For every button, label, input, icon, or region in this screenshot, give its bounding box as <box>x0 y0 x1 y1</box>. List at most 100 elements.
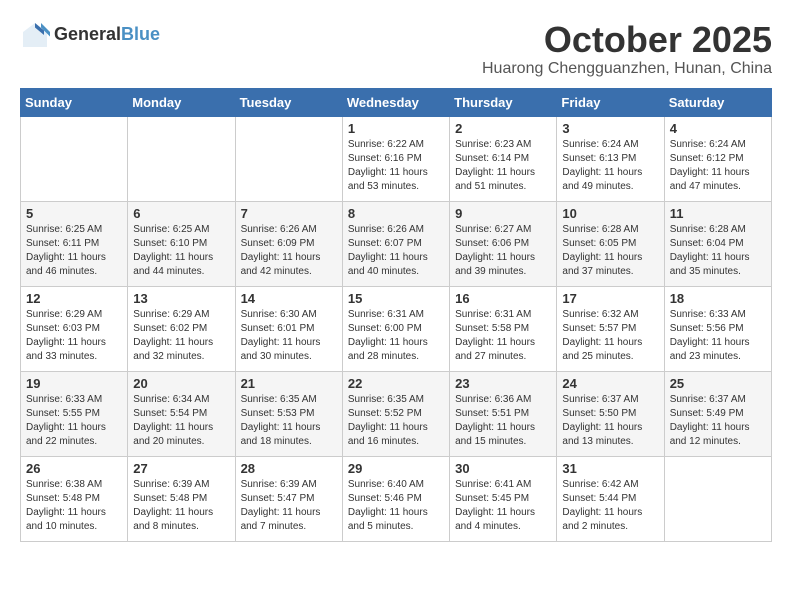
day-info: Sunrise: 6:24 AM Sunset: 6:13 PM Dayligh… <box>562 138 658 194</box>
day-info: Sunrise: 6:39 AM Sunset: 5:47 PM Dayligh… <box>241 478 337 534</box>
day-cell: 27 Sunrise: 6:39 AM Sunset: 5:48 PM Dayli… <box>128 456 235 541</box>
header-row: SundayMondayTuesdayWednesdayThursdayFrid… <box>21 88 772 116</box>
day-cell: 13Sunrise: 6:29 AM Sunset: 6:02 PM Dayli… <box>128 286 235 371</box>
week-row-5: 26Sunrise: 6:38 AM Sunset: 5:48 PM Dayli… <box>21 456 772 541</box>
day-cell: 4 Sunrise: 6:24 AM Sunset: 6:12 PM Daylig… <box>664 116 771 201</box>
day-info: Sunrise: 6:29 AM Sunset: 6:03 PM Dayligh… <box>26 308 122 364</box>
day-cell: 16 Sunrise: 6:31 AM Sunset: 5:58 PM Dayli… <box>450 286 557 371</box>
day-number: 23 <box>455 376 551 391</box>
day-info: Sunrise: 6:31 AM Sunset: 5:58 PM Dayligh… <box>455 308 551 364</box>
day-info: Sunrise: 6:25 AM Sunset: 6:10 PM Dayligh… <box>133 223 229 279</box>
day-info: Sunrise: 6:35 AM Sunset: 5:53 PM Dayligh… <box>241 393 337 449</box>
col-header-wednesday: Wednesday <box>342 88 449 116</box>
day-number: 12 <box>26 291 122 306</box>
day-info: Sunrise: 6:27 AM Sunset: 6:06 PM Dayligh… <box>455 223 551 279</box>
day-cell <box>21 116 128 201</box>
day-info: Sunrise: 6:42 AM Sunset: 5:44 PM Dayligh… <box>562 478 658 534</box>
week-row-3: 12 Sunrise: 6:29 AM Sunset: 6:03 PM Dayli… <box>21 286 772 371</box>
day-cell: 11Sunrise: 6:28 AM Sunset: 6:04 PM Dayli… <box>664 201 771 286</box>
day-info: Sunrise: 6:31 AM Sunset: 6:00 PM Dayligh… <box>348 308 444 364</box>
week-row-4: 19 Sunrise: 6:33 AM Sunset: 5:55 PM Dayli… <box>21 371 772 456</box>
week-row-2: 5 Sunrise: 6:25 AM Sunset: 6:11 PM Daylig… <box>21 201 772 286</box>
day-cell: 6Sunrise: 6:25 AM Sunset: 6:10 PM Daylig… <box>128 201 235 286</box>
day-number: 15 <box>348 291 444 306</box>
day-cell: 19 Sunrise: 6:33 AM Sunset: 5:55 PM Dayli… <box>21 371 128 456</box>
day-info: Sunrise: 6:35 AM Sunset: 5:52 PM Dayligh… <box>348 393 444 449</box>
day-cell: 29 Sunrise: 6:40 AM Sunset: 5:46 PM Dayli… <box>342 456 449 541</box>
day-cell: 5 Sunrise: 6:25 AM Sunset: 6:11 PM Daylig… <box>21 201 128 286</box>
day-number: 10 <box>562 206 658 221</box>
day-cell: 28 Sunrise: 6:39 AM Sunset: 5:47 PM Dayli… <box>235 456 342 541</box>
day-cell: 18Sunrise: 6:33 AM Sunset: 5:56 PM Dayli… <box>664 286 771 371</box>
logo-blue-text: Blue <box>121 25 160 45</box>
day-number: 13 <box>133 291 229 306</box>
day-info: Sunrise: 6:40 AM Sunset: 5:46 PM Dayligh… <box>348 478 444 534</box>
day-info: Sunrise: 6:22 AM Sunset: 6:16 PM Dayligh… <box>348 138 444 194</box>
day-info: Sunrise: 6:36 AM Sunset: 5:51 PM Dayligh… <box>455 393 551 449</box>
day-number: 30 <box>455 461 551 476</box>
day-cell: 10Sunrise: 6:28 AM Sunset: 6:05 PM Dayli… <box>557 201 664 286</box>
day-info: Sunrise: 6:30 AM Sunset: 6:01 PM Dayligh… <box>241 308 337 364</box>
day-info: Sunrise: 6:37 AM Sunset: 5:49 PM Dayligh… <box>670 393 766 449</box>
day-cell: 30 Sunrise: 6:41 AM Sunset: 5:45 PM Dayli… <box>450 456 557 541</box>
day-number: 20 <box>133 376 229 391</box>
day-number: 28 <box>241 461 337 476</box>
day-number: 9 <box>455 206 551 221</box>
day-info: Sunrise: 6:41 AM Sunset: 5:45 PM Dayligh… <box>455 478 551 534</box>
day-info: Sunrise: 6:28 AM Sunset: 6:04 PM Dayligh… <box>670 223 766 279</box>
day-cell: 22 Sunrise: 6:35 AM Sunset: 5:52 PM Dayli… <box>342 371 449 456</box>
col-header-tuesday: Tuesday <box>235 88 342 116</box>
day-info: Sunrise: 6:26 AM Sunset: 6:09 PM Dayligh… <box>241 223 337 279</box>
day-info: Sunrise: 6:24 AM Sunset: 6:12 PM Dayligh… <box>670 138 766 194</box>
day-number: 8 <box>348 206 444 221</box>
day-number: 17 <box>562 291 658 306</box>
day-number: 21 <box>241 376 337 391</box>
day-cell: 31Sunrise: 6:42 AM Sunset: 5:44 PM Dayli… <box>557 456 664 541</box>
day-cell <box>664 456 771 541</box>
day-number: 4 <box>670 121 766 136</box>
day-info: Sunrise: 6:23 AM Sunset: 6:14 PM Dayligh… <box>455 138 551 194</box>
day-cell: 12 Sunrise: 6:29 AM Sunset: 6:03 PM Dayli… <box>21 286 128 371</box>
calendar-table: SundayMondayTuesdayWednesdayThursdayFrid… <box>20 88 772 542</box>
day-number: 16 <box>455 291 551 306</box>
day-number: 18 <box>670 291 766 306</box>
day-cell: 14Sunrise: 6:30 AM Sunset: 6:01 PM Dayli… <box>235 286 342 371</box>
day-info: Sunrise: 6:39 AM Sunset: 5:48 PM Dayligh… <box>133 478 229 534</box>
month-title: October 2025 <box>482 20 772 60</box>
day-cell: 17 Sunrise: 6:32 AM Sunset: 5:57 PM Dayli… <box>557 286 664 371</box>
day-number: 3 <box>562 121 658 136</box>
day-info: Sunrise: 6:33 AM Sunset: 5:55 PM Dayligh… <box>26 393 122 449</box>
day-number: 5 <box>26 206 122 221</box>
day-info: Sunrise: 6:32 AM Sunset: 5:57 PM Dayligh… <box>562 308 658 364</box>
day-number: 27 <box>133 461 229 476</box>
day-info: Sunrise: 6:34 AM Sunset: 5:54 PM Dayligh… <box>133 393 229 449</box>
title-block: October 2025 Huarong Chengguanzhen, Huna… <box>482 20 772 78</box>
day-cell <box>235 116 342 201</box>
day-cell: 1Sunrise: 6:22 AM Sunset: 6:16 PM Daylig… <box>342 116 449 201</box>
day-cell: 20 Sunrise: 6:34 AM Sunset: 5:54 PM Dayli… <box>128 371 235 456</box>
col-header-monday: Monday <box>128 88 235 116</box>
page-header: General Blue October 2025 Huarong Chengg… <box>20 20 772 78</box>
day-cell: 15 Sunrise: 6:31 AM Sunset: 6:00 PM Dayli… <box>342 286 449 371</box>
day-number: 22 <box>348 376 444 391</box>
col-header-thursday: Thursday <box>450 88 557 116</box>
day-cell: 23 Sunrise: 6:36 AM Sunset: 5:51 PM Dayli… <box>450 371 557 456</box>
location-text: Huarong Chengguanzhen, Hunan, China <box>482 60 772 78</box>
day-cell: 25Sunrise: 6:37 AM Sunset: 5:49 PM Dayli… <box>664 371 771 456</box>
day-number: 7 <box>241 206 337 221</box>
day-cell: 26Sunrise: 6:38 AM Sunset: 5:48 PM Dayli… <box>21 456 128 541</box>
col-header-sunday: Sunday <box>21 88 128 116</box>
day-cell: 9 Sunrise: 6:27 AM Sunset: 6:06 PM Daylig… <box>450 201 557 286</box>
day-info: Sunrise: 6:25 AM Sunset: 6:11 PM Dayligh… <box>26 223 122 279</box>
logo: General Blue <box>20 20 160 50</box>
col-header-saturday: Saturday <box>664 88 771 116</box>
logo-icon <box>20 20 50 50</box>
day-number: 19 <box>26 376 122 391</box>
day-cell: 2Sunrise: 6:23 AM Sunset: 6:14 PM Daylig… <box>450 116 557 201</box>
day-number: 29 <box>348 461 444 476</box>
day-number: 26 <box>26 461 122 476</box>
logo-general-text: General <box>54 25 121 45</box>
day-info: Sunrise: 6:26 AM Sunset: 6:07 PM Dayligh… <box>348 223 444 279</box>
day-cell <box>128 116 235 201</box>
day-cell: 3 Sunrise: 6:24 AM Sunset: 6:13 PM Daylig… <box>557 116 664 201</box>
